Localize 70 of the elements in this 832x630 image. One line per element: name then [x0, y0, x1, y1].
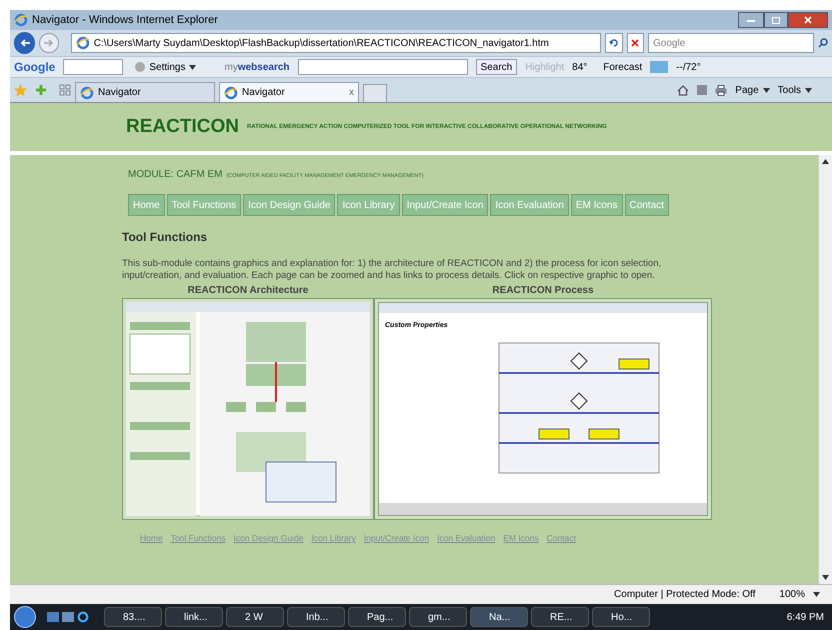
- home-icon[interactable]: [677, 84, 690, 96]
- window-title: Navigator - Windows Internet Explorer: [32, 12, 218, 28]
- back-arrow-icon: [20, 39, 30, 47]
- back-button[interactable]: [14, 32, 36, 54]
- caret-icon[interactable]: [189, 64, 196, 70]
- quick-tabs-icon[interactable]: [59, 84, 71, 96]
- browser-quicklaunch-icon[interactable]: [77, 611, 89, 623]
- minimize-button[interactable]: [738, 12, 764, 28]
- stop-icon: [631, 39, 640, 47]
- intro-paragraph: This sub-module contains graphics and explanation for: 1) the architecture of REACTICON and 2) the process for icon selection, input/creation, and evaluation. Each page can be zoomed and has links to process details. Click on respective graphic to open.: [122, 258, 662, 282]
- taskbar-button[interactable]: gm...: [409, 607, 467, 627]
- page-menu-button[interactable]: Page: [735, 82, 770, 98]
- site-logo: REACTICON: [126, 114, 239, 139]
- search-field[interactable]: Google: [648, 33, 814, 53]
- browser-tab[interactable]: Navigator x: [219, 82, 359, 102]
- taskbar-button[interactable]: Pag...: [348, 607, 406, 627]
- taskbar-button[interactable]: Na...: [470, 607, 528, 627]
- section-heading: Tool Functions: [122, 229, 208, 246]
- maximize-button[interactable]: [764, 12, 788, 28]
- tools-menu-button[interactable]: Tools: [778, 82, 812, 98]
- taskbar-button[interactable]: Inb...: [287, 607, 345, 627]
- browser-tab[interactable]: Navigator: [75, 82, 215, 102]
- taskbar-button[interactable]: 83....: [104, 607, 162, 627]
- browser-logo-icon: [14, 13, 28, 27]
- temperature-text: 84°: [572, 60, 588, 74]
- maximize-icon: [772, 16, 780, 24]
- forward-arrow-icon: [44, 39, 54, 47]
- settings-button[interactable]: Settings: [131, 60, 200, 74]
- google-search-field[interactable]: [63, 59, 124, 75]
- browser-logo-icon: [80, 86, 94, 100]
- taskbar-button[interactable]: RE...: [531, 607, 589, 627]
- web-search-field[interactable]: [298, 59, 468, 75]
- mywebsearch-logo: mywebsearch: [224, 60, 290, 74]
- url-text: C:\Users\Marty Suydam\Desktop\FlashBackup\dissertation\REACTICON\REACTICON_navigator1.htm: [94, 36, 549, 50]
- taskbar-button[interactable]: 2 W: [226, 607, 284, 627]
- clock-text: 6:49 PM: [786, 610, 825, 624]
- search-button[interactable]: Search: [476, 59, 518, 75]
- vertical-scrollbar[interactable]: [818, 155, 832, 584]
- module-title: MODULE: CAFM EM: [128, 168, 222, 182]
- forecast-temperature: --/72°: [676, 60, 701, 74]
- print-icon[interactable]: [715, 84, 728, 96]
- caret-icon[interactable]: [762, 88, 770, 92]
- graphic-caption: REACTICON Process: [492, 284, 594, 298]
- search-icon[interactable]: [818, 38, 828, 48]
- refresh-button[interactable]: [605, 33, 623, 53]
- zone-text: Computer | Protected Mode: Off: [614, 588, 756, 602]
- refresh-icon: [608, 38, 619, 48]
- browser-logo-icon: [76, 36, 90, 50]
- browser-logo-icon: [224, 86, 238, 100]
- zoom-button[interactable]: 100%: [779, 587, 820, 602]
- address-field[interactable]: C:\Users\Marty Suydam\Desktop\FlashBackup\dissertation\REACTICON\REACTICON_navigator1.htm: [70, 33, 602, 53]
- minimize-icon: [747, 18, 755, 22]
- close-button[interactable]: [788, 12, 828, 28]
- caret-icon[interactable]: [813, 592, 820, 597]
- google-logo: Google: [14, 59, 56, 76]
- switch-windows-icon[interactable]: [62, 612, 74, 622]
- taskbar-button[interactable]: Ho...: [592, 607, 650, 627]
- stop-button[interactable]: [626, 33, 644, 53]
- close-tab-button[interactable]: x: [349, 85, 354, 100]
- caret-icon[interactable]: [805, 88, 812, 92]
- close-icon: [804, 16, 812, 24]
- scroll-down-arrow-icon[interactable]: [822, 575, 829, 580]
- feeds-icon[interactable]: [697, 85, 708, 95]
- forecast-label: Forecast: [603, 60, 642, 74]
- start-button[interactable]: [14, 606, 36, 628]
- cloud-icon: [650, 61, 668, 73]
- scroll-up-arrow-icon[interactable]: [822, 159, 829, 164]
- graphic-caption: REACTICON Architecture: [188, 284, 308, 298]
- favorites-star-icon[interactable]: [14, 84, 27, 96]
- taskbar-button[interactable]: link...: [165, 607, 223, 627]
